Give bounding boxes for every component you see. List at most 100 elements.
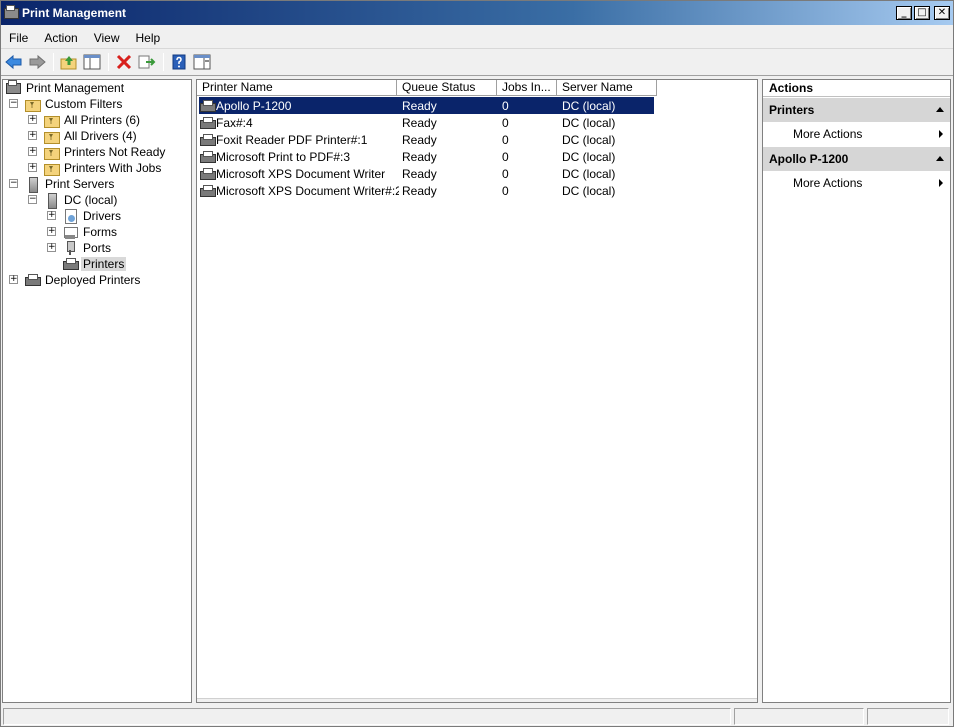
expand-all-drivers-toggle[interactable]: +: [28, 131, 37, 140]
tree-item-ports[interactable]: Ports: [62, 240, 113, 256]
table-row[interactable]: Microsoft XPS Document Writer#:2 Ready 0…: [199, 182, 654, 199]
actions-section-printers[interactable]: Printers: [763, 98, 950, 122]
more-actions-printers[interactable]: More Actions: [763, 122, 950, 146]
tree-item-drivers[interactable]: Drivers: [62, 208, 123, 224]
toolbar-separator: [163, 53, 164, 71]
list-header: Printer Name Queue Status Jobs In... Ser…: [197, 80, 757, 96]
server-icon: [24, 176, 40, 193]
tree-item-label: Drivers: [83, 209, 121, 223]
table-row[interactable]: Foxit Reader PDF Printer#:1 Ready 0 DC (…: [199, 131, 654, 148]
console-tree-pane[interactable]: Print Management − Custom Filters + All …: [2, 79, 192, 703]
status-cell-main: [3, 708, 731, 725]
tree-item-deployed-printers[interactable]: Deployed Printers: [24, 272, 142, 288]
menu-divider: [1, 48, 953, 49]
printer-name-cell: Apollo P-1200: [216, 98, 292, 113]
tree-item-label: All Drivers (4): [64, 129, 137, 143]
toolbar-divider: [1, 75, 953, 76]
tree-item-label: Print Management: [26, 81, 125, 95]
close-button[interactable]: ✕: [934, 6, 950, 20]
printer-name-cell: Microsoft Print to PDF#:3: [216, 149, 351, 164]
column-jobs-in-queue[interactable]: Jobs In...: [497, 80, 557, 96]
export-list-icon: [138, 55, 156, 69]
tree-item-label: Deployed Printers: [45, 273, 141, 287]
filter-folder-icon: [43, 144, 60, 160]
collapse-print-servers-toggle[interactable]: −: [9, 179, 18, 188]
expand-printers-not-ready-toggle[interactable]: +: [28, 147, 37, 156]
printer-icon: [199, 132, 216, 148]
tree-item-label: Forms: [83, 225, 117, 239]
help-icon: [172, 54, 186, 70]
tree-item-custom-filters[interactable]: Custom Filters: [24, 96, 124, 112]
tree-item-print-servers[interactable]: Print Servers: [24, 176, 116, 193]
tree-item-forms[interactable]: Forms: [62, 224, 119, 240]
column-queue-status[interactable]: Queue Status: [397, 80, 497, 96]
menu-action[interactable]: Action: [36, 31, 85, 45]
drivers-icon: [62, 208, 78, 224]
export-list-button[interactable]: [136, 51, 158, 73]
server-name-cell: DC (local): [562, 183, 616, 198]
actions-section-apollo-p-1200[interactable]: Apollo P-1200: [763, 147, 950, 171]
expand-deployed-printers-toggle[interactable]: +: [9, 275, 18, 284]
show-hide-action-pane-button[interactable]: [191, 51, 213, 73]
menu-view[interactable]: View: [86, 31, 128, 45]
status-bar: [1, 706, 953, 726]
queue-status-cell: Ready: [402, 149, 437, 164]
expand-printers-with-jobs-toggle[interactable]: +: [28, 163, 37, 172]
status-cell-tertiary: [867, 708, 949, 725]
queue-status-cell: Ready: [402, 183, 437, 198]
server-name-cell: DC (local): [562, 166, 616, 181]
tree-item-printers-not-ready[interactable]: Printers Not Ready: [43, 144, 167, 160]
minimize-button[interactable]: _: [896, 6, 912, 20]
menu-bar: File Action View Help: [1, 28, 953, 48]
collapse-dc-local-toggle[interactable]: −: [28, 195, 37, 204]
menu-help[interactable]: Help: [128, 31, 169, 45]
printer-list-pane[interactable]: Printer Name Queue Status Jobs In... Ser…: [196, 79, 758, 703]
table-row[interactable]: Microsoft Print to PDF#:3 Ready 0 DC (lo…: [199, 148, 654, 165]
filter-folder-icon: [43, 112, 60, 128]
tree-item-dc-local[interactable]: DC (local): [43, 192, 119, 209]
table-row[interactable]: Fax#:4 Ready 0 DC (local): [199, 114, 654, 131]
section-header-label: Printers: [769, 103, 815, 117]
section-header-label: Apollo P-1200: [769, 152, 849, 166]
horizontal-scrollbar[interactable]: [197, 698, 757, 702]
jobs-cell: 0: [502, 98, 509, 113]
back-button[interactable]: [3, 51, 25, 73]
help-button[interactable]: [168, 51, 190, 73]
printer-name-cell: Fax#:4: [216, 115, 253, 130]
expand-drivers-toggle[interactable]: +: [47, 211, 56, 220]
tree-item-printers[interactable]: Printers: [62, 256, 127, 272]
queue-status-cell: Ready: [402, 132, 437, 147]
tree-item-printers-with-jobs[interactable]: Printers With Jobs: [43, 160, 163, 176]
server-name-cell: DC (local): [562, 149, 616, 164]
tree-item-all-printers[interactable]: All Printers (6): [43, 112, 142, 128]
filter-folder-icon: [43, 128, 60, 144]
show-hide-console-tree-button[interactable]: [81, 51, 103, 73]
table-row[interactable]: Apollo P-1200 Ready 0 DC (local): [199, 97, 654, 114]
tree-item-label: Ports: [83, 241, 112, 255]
tree-item-all-drivers[interactable]: All Drivers (4): [43, 128, 139, 144]
maximize-button[interactable]: □: [914, 6, 930, 20]
column-printer-name[interactable]: Printer Name: [197, 80, 397, 96]
status-cell-secondary: [734, 708, 864, 725]
submenu-arrow-icon: [939, 130, 943, 138]
menu-file[interactable]: File: [1, 31, 36, 45]
action-label: More Actions: [793, 127, 863, 141]
tree-item-label: Printers With Jobs: [64, 161, 162, 175]
collapse-custom-filters-toggle[interactable]: −: [9, 99, 18, 108]
delete-button[interactable]: [113, 51, 135, 73]
title-bar[interactable]: Print Management _ □ ✕: [1, 1, 953, 25]
more-actions-apollo[interactable]: More Actions: [763, 171, 950, 195]
printer-name-cell: Microsoft XPS Document Writer#:2: [216, 183, 399, 198]
expand-all-printers-toggle[interactable]: +: [28, 115, 37, 124]
table-row[interactable]: Microsoft XPS Document Writer Ready 0 DC…: [199, 165, 654, 182]
expand-forms-toggle[interactable]: +: [47, 227, 56, 236]
printer-icon: [199, 166, 216, 182]
tree-item-print-management[interactable]: Print Management: [5, 80, 126, 96]
expand-ports-toggle[interactable]: +: [47, 243, 56, 252]
forward-button[interactable]: [26, 51, 48, 73]
column-server-name[interactable]: Server Name: [557, 80, 657, 96]
forms-icon: [62, 224, 78, 240]
actions-title: Actions: [763, 80, 950, 97]
up-one-level-button[interactable]: [58, 51, 80, 73]
printer-icon: [62, 256, 79, 272]
